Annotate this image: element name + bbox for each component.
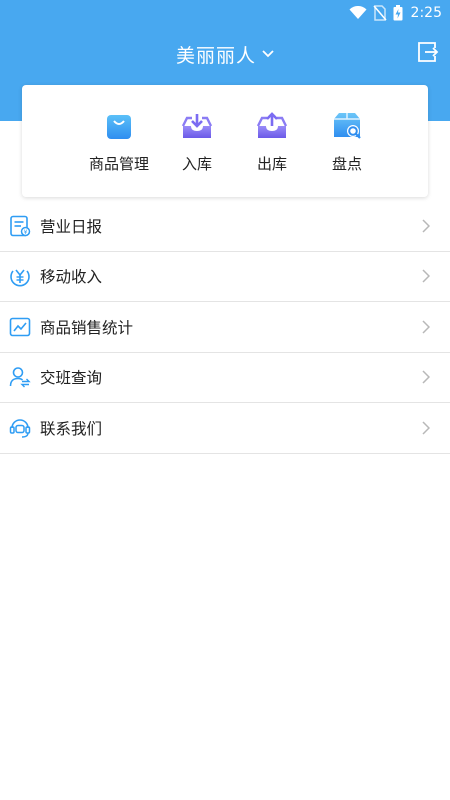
- line-chart-icon: [9, 316, 31, 338]
- quick-action-label: 入库: [181, 155, 212, 173]
- daily-report-icon: ¥: [9, 215, 31, 237]
- menu-item-sales-statistics[interactable]: 商品销售统计: [0, 302, 450, 353]
- logout-button[interactable]: [414, 41, 440, 67]
- chevron-right-icon: [422, 421, 430, 435]
- shopping-bag-icon: [102, 109, 136, 143]
- logout-icon: [415, 40, 439, 68]
- store-selector[interactable]: 美丽丽人: [0, 36, 450, 72]
- quick-action-stock-in[interactable]: 入库: [172, 85, 222, 197]
- quick-action-label: 商品管理: [88, 155, 149, 173]
- menu-item-contact-us[interactable]: 联系我们: [0, 403, 450, 454]
- battery-charging-icon: [393, 5, 403, 21]
- menu-item-mobile-income[interactable]: 移动收入: [0, 252, 450, 302]
- menu-item-label: 交班查询: [40, 369, 103, 388]
- menu-item-label: 联系我们: [40, 419, 103, 438]
- chevron-right-icon: [422, 269, 430, 283]
- status-bar: 2:25: [0, 0, 450, 26]
- svg-text:¥: ¥: [24, 229, 28, 236]
- quick-actions-card: 商品管理 入库 出库 盘点: [22, 85, 428, 197]
- headset-icon: [9, 417, 31, 439]
- quick-action-label: 盘点: [331, 155, 362, 173]
- inbox-download-icon: [180, 109, 214, 143]
- status-time: 2:25: [410, 5, 442, 21]
- quick-action-stock-out[interactable]: 出库: [247, 85, 297, 197]
- menu-item-label: 商品销售统计: [40, 318, 134, 337]
- menu-item-shift-query[interactable]: 交班查询: [0, 353, 450, 403]
- menu-list: ¥ 营业日报 移动收入 商品销售统计 交班查询 联系我们: [0, 201, 450, 454]
- page-title: 美丽丽人: [175, 44, 256, 67]
- inbox-upload-icon: [255, 109, 289, 143]
- chevron-right-icon: [422, 370, 430, 384]
- no-sim-icon: [372, 5, 387, 21]
- chevron-right-icon: [422, 219, 430, 233]
- menu-item-daily-report[interactable]: ¥ 营业日报: [0, 201, 450, 252]
- quick-action-stocktaking[interactable]: 盘点: [322, 85, 372, 197]
- chevron-down-icon: [262, 50, 274, 58]
- menu-item-label: 营业日报: [40, 217, 103, 236]
- quick-action-product-management[interactable]: 商品管理: [84, 85, 154, 197]
- user-exchange-icon: [9, 366, 31, 388]
- chevron-right-icon: [422, 320, 430, 334]
- menu-item-label: 移动收入: [40, 268, 103, 287]
- box-search-icon: [330, 109, 364, 143]
- quick-action-label: 出库: [256, 155, 287, 173]
- wifi-icon: [349, 6, 367, 20]
- yuan-icon: [9, 265, 31, 287]
